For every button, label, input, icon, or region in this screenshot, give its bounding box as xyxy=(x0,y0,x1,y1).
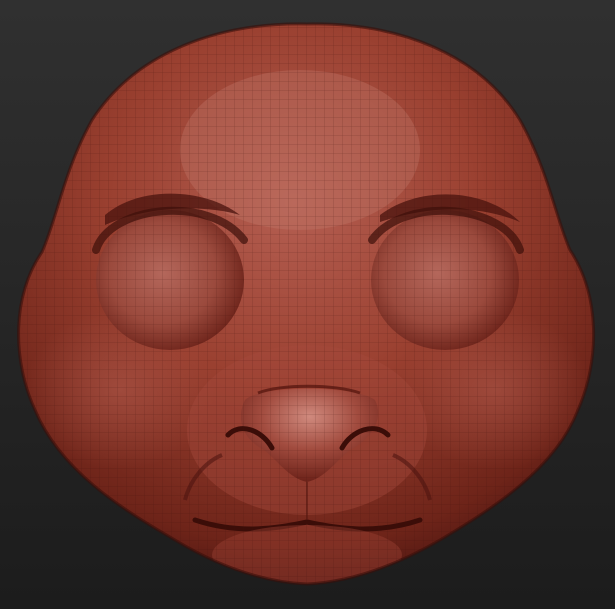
viewport-canvas[interactable] xyxy=(0,0,615,609)
sculpt-viewport[interactable] xyxy=(0,0,615,609)
